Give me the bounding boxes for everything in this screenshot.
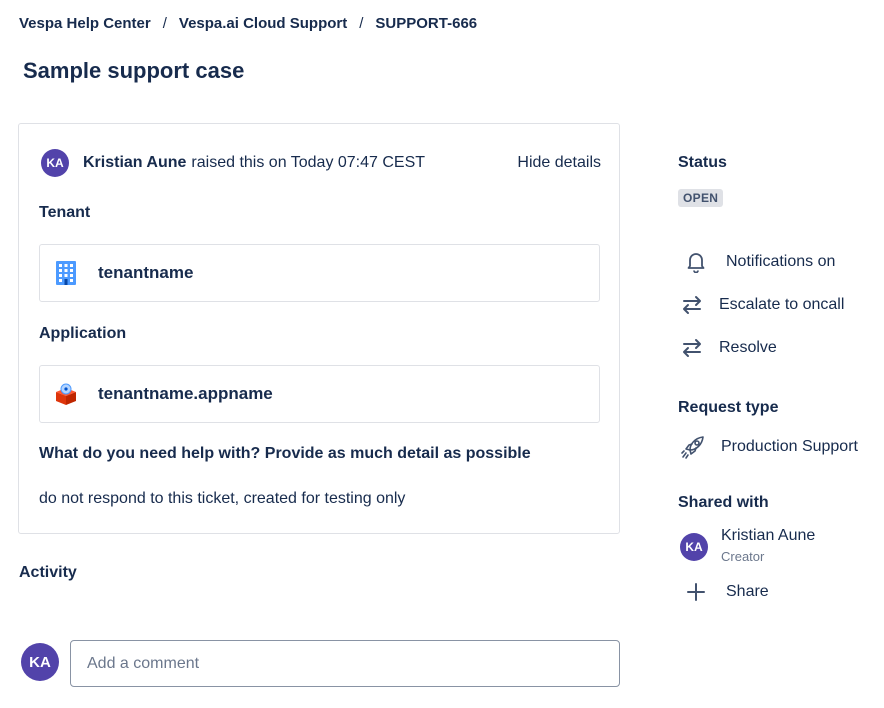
breadcrumb: Vespa Help Center / Vespa.ai Cloud Suppo… — [19, 15, 477, 32]
application-icon — [54, 382, 78, 406]
building-icon — [54, 261, 78, 285]
application-value: tenantname.appname — [98, 384, 273, 403]
status-badge[interactable]: OPEN — [678, 189, 724, 207]
reporter-name: Kristian Aune — [83, 154, 187, 171]
shared-user-name: Kristian Aune — [721, 527, 816, 544]
application-field: tenantname.appname — [39, 365, 600, 423]
tenant-value: tenantname — [98, 263, 194, 282]
tenant-field: tenantname — [39, 244, 600, 302]
raised-timestamp: raised this on Today 07:47 CEST — [191, 154, 426, 171]
breadcrumb-separator: / — [162, 15, 167, 32]
transition-arrows-icon — [680, 336, 704, 360]
help-question: What do you need help with? Provide as m… — [39, 445, 531, 462]
shared-user-role: Creator — [721, 549, 765, 564]
transition-arrows-icon — [680, 293, 704, 317]
rocket-icon — [680, 434, 706, 460]
activity-heading: Activity — [19, 564, 77, 581]
comment-input[interactable] — [70, 640, 620, 687]
resolve-label: Resolve — [719, 339, 777, 356]
shared-with-heading: Shared with — [678, 494, 769, 511]
request-details-card: KA Kristian Aune raised this on Today 07… — [18, 123, 620, 534]
commenter-avatar: KA — [21, 643, 59, 681]
shared-user: KA Kristian Aune Creator — [680, 527, 815, 564]
share-label: Share — [726, 583, 769, 600]
request-type-heading: Request type — [678, 399, 779, 416]
breadcrumb-separator: / — [359, 15, 364, 32]
help-answer: do not respond to this ticket, created f… — [39, 490, 406, 507]
reporter-avatar: KA — [41, 149, 69, 177]
breadcrumb-help-center[interactable]: Vespa Help Center — [19, 15, 151, 32]
request-type-value: Production Support — [721, 438, 858, 455]
tenant-label: Tenant — [39, 204, 91, 221]
application-label: Application — [39, 325, 127, 342]
plus-icon — [684, 580, 708, 604]
page-title: Sample support case — [23, 58, 245, 83]
escalate-label: Escalate to oncall — [719, 296, 845, 313]
escalate-button[interactable]: Escalate to oncall — [680, 293, 844, 317]
share-button[interactable]: Share — [680, 580, 769, 604]
breadcrumb-ticket-key[interactable]: SUPPORT-666 — [375, 15, 477, 32]
notifications-label: Notifications on — [726, 253, 836, 270]
request-type: Production Support — [680, 434, 858, 460]
notifications-toggle[interactable]: Notifications on — [680, 250, 835, 274]
shared-user-avatar: KA — [680, 533, 708, 561]
bell-icon — [684, 250, 708, 274]
hide-details-button[interactable]: Hide details — [517, 154, 601, 172]
resolve-button[interactable]: Resolve — [680, 336, 777, 360]
breadcrumb-cloud-support[interactable]: Vespa.ai Cloud Support — [179, 15, 347, 32]
raised-by-row: KA Kristian Aune raised this on Today 07… — [41, 149, 601, 177]
status-heading: Status — [678, 154, 727, 171]
